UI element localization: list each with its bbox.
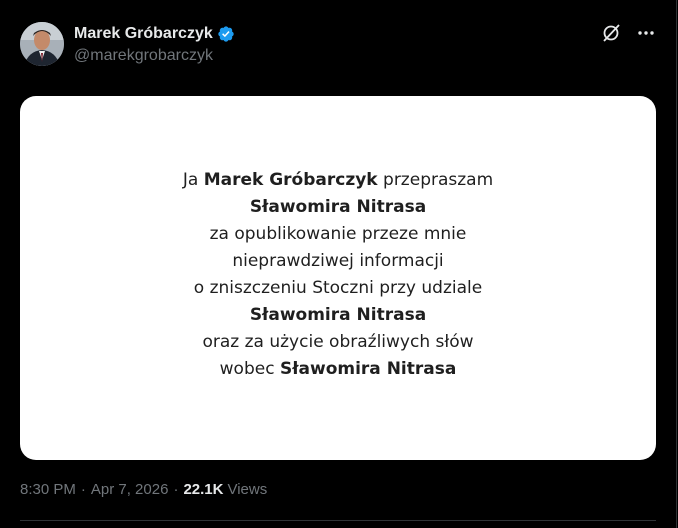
display-name-row: Marek Gróbarczyk (74, 22, 235, 46)
line-text: wobec (219, 359, 280, 379)
verified-badge-icon[interactable] (217, 25, 235, 43)
statement-line: Sławomira Nitrasa (20, 302, 656, 329)
line-text: o zniszczeniu Stoczni przy udziale (193, 278, 483, 298)
line-text: przepraszam (377, 170, 494, 190)
statement-line: za opublikowanie przeze mnie (20, 221, 656, 248)
line-text: nieprawdziwej informacji (232, 251, 444, 271)
line-bold-text: Sławomira Nitrasa (249, 197, 427, 217)
line-text: za opublikowanie przeze mnie (209, 224, 467, 244)
statement-text: Ja Marek Gróbarczyk przepraszam Sławomir… (20, 167, 656, 383)
views-count: 22.1K (183, 481, 224, 498)
post: Marek Gróbarczyk @marekgrobarczyk Ja Mar… (0, 0, 677, 528)
post-header: Marek Gróbarczyk @marekgrobarczyk (20, 20, 656, 70)
avatar-image (20, 22, 64, 66)
line-bold-text: Sławomira Nitrasa (279, 359, 457, 379)
more-icon[interactable] (636, 23, 656, 43)
header-actions (600, 22, 656, 44)
statement-line: oraz za użycie obraźliwych słów (20, 329, 656, 356)
statement-line: wobec Sławomira Nitrasa (20, 356, 656, 383)
line-bold-text: Marek Gróbarczyk (203, 170, 378, 190)
line-text: Ja (182, 170, 204, 190)
views-label: Views (227, 481, 268, 498)
meta-separator: · (173, 481, 179, 498)
author-names: Marek Gróbarczyk @marekgrobarczyk (74, 22, 235, 65)
statement-line: o zniszczeniu Stoczni przy udziale (20, 275, 656, 302)
avatar[interactable] (20, 22, 64, 66)
statement-line: Sławomira Nitrasa (20, 194, 656, 221)
display-name[interactable]: Marek Gróbarczyk (74, 25, 213, 43)
line-bold-text: Sławomira Nitrasa (249, 305, 427, 325)
post-image[interactable]: Ja Marek Gróbarczyk przepraszam Sławomir… (20, 96, 656, 460)
grok-icon[interactable] (600, 22, 622, 44)
statement-line: Ja Marek Gróbarczyk przepraszam (20, 167, 656, 194)
divider (20, 520, 656, 521)
handle[interactable]: @marekgrobarczyk (74, 47, 235, 65)
post-date[interactable]: Apr 7, 2026 (91, 481, 169, 498)
statement-line: nieprawdziwej informacji (20, 248, 656, 275)
meta-separator: · (80, 481, 86, 498)
post-time[interactable]: 8:30 PM (20, 481, 76, 498)
line-text: oraz za użycie obraźliwych słów (202, 332, 474, 352)
post-meta: 8:30 PM · Apr 7, 2026 · 22.1K Views (20, 481, 267, 498)
